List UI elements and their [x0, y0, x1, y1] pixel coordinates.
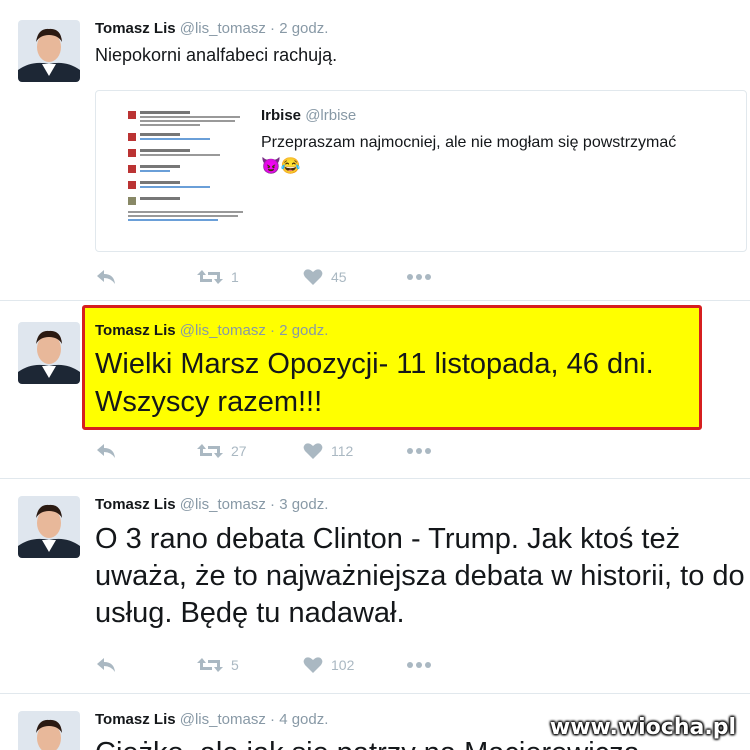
quoted-tweet-text: Przepraszam najmocniej, ale nie mogłam s… [261, 134, 677, 175]
meta-separator: · [270, 20, 276, 37]
retweet-count: 1 [231, 269, 239, 285]
tweet-time[interactable]: 4 godz. [279, 711, 328, 728]
author-name[interactable]: Tomasz Lis [95, 711, 176, 728]
meta-separator: · [270, 711, 276, 728]
author-name[interactable]: Tomasz Lis [95, 322, 176, 339]
tweet-actions: 1 45 [95, 268, 455, 292]
reply-icon [97, 658, 115, 672]
tweet-time[interactable]: 3 godz. [279, 496, 328, 513]
avatar[interactable] [18, 322, 80, 384]
tweet-time[interactable]: 2 godz. [279, 322, 328, 339]
tweet-2[interactable]: Tomasz Lis @lis_tomasz · 2 godz. Wielki … [0, 300, 750, 480]
like-count: 112 [331, 443, 354, 459]
like-button[interactable]: 102 [303, 656, 354, 674]
tweet-actions: 5 102 [95, 656, 455, 680]
author-name[interactable]: Tomasz Lis [95, 20, 176, 37]
reply-icon [97, 444, 115, 458]
like-icon [303, 443, 323, 459]
like-count: 45 [331, 269, 347, 285]
like-button[interactable]: 45 [303, 268, 347, 286]
retweet-count: 5 [231, 657, 239, 673]
tweet-text: O 3 rano debata Clinton - Trump. Jak kto… [95, 523, 745, 629]
retweet-icon [197, 270, 223, 284]
reply-icon [97, 270, 115, 284]
quoted-tweet[interactable]: Irbise @lrbise Przepraszam najmocniej, a… [95, 90, 747, 252]
more-button[interactable] [405, 656, 433, 674]
like-icon [303, 269, 323, 285]
more-icon [407, 448, 431, 454]
retweet-count: 27 [231, 443, 247, 459]
like-button[interactable]: 112 [303, 442, 353, 460]
like-count: 102 [331, 657, 355, 673]
watermark: www.wiocha.pl [549, 715, 736, 740]
quoted-author-name[interactable]: Irbise [261, 107, 301, 124]
retweet-icon [197, 658, 223, 672]
author-handle[interactable]: @lis_tomasz [180, 322, 266, 339]
reply-button[interactable] [95, 442, 117, 460]
more-button[interactable] [405, 442, 433, 460]
meta-separator: · [270, 496, 276, 513]
reply-button[interactable] [95, 268, 117, 286]
author-name[interactable]: Tomasz Lis [95, 496, 176, 513]
author-handle[interactable]: @lis_tomasz [180, 20, 266, 37]
retweet-button[interactable]: 5 [197, 656, 239, 674]
tweet-actions: 27 112 [95, 442, 455, 466]
retweet-button[interactable]: 1 [197, 268, 239, 286]
quoted-screenshot-thumbnail [126, 103, 256, 233]
avatar[interactable] [18, 20, 80, 82]
avatar[interactable] [18, 496, 80, 558]
retweet-icon [197, 444, 223, 458]
retweet-button[interactable]: 27 [197, 442, 247, 460]
author-handle[interactable]: @lis_tomasz [180, 711, 266, 728]
more-button[interactable] [405, 268, 433, 286]
reply-button[interactable] [95, 656, 117, 674]
tweet-text: Niepokorni analfabeci rachują. [95, 45, 338, 65]
author-handle[interactable]: @lis_tomasz [180, 496, 266, 513]
like-icon [303, 657, 323, 673]
meta-separator: · [270, 322, 276, 339]
avatar[interactable] [18, 711, 80, 750]
more-icon [407, 274, 431, 280]
tweet-3[interactable]: Tomasz Lis @lis_tomasz · 3 godz. O 3 ran… [0, 478, 750, 693]
tweet-text: Wielki Marsz Opozycji- 11 listopada, 46 … [95, 348, 654, 418]
more-icon [407, 662, 431, 668]
tweet-1[interactable]: Tomasz Lis @lis_tomasz · 2 godz. Niepoko… [0, 0, 750, 300]
quoted-author-handle[interactable]: @lrbise [305, 107, 356, 124]
tweet-time[interactable]: 2 godz. [279, 20, 328, 37]
